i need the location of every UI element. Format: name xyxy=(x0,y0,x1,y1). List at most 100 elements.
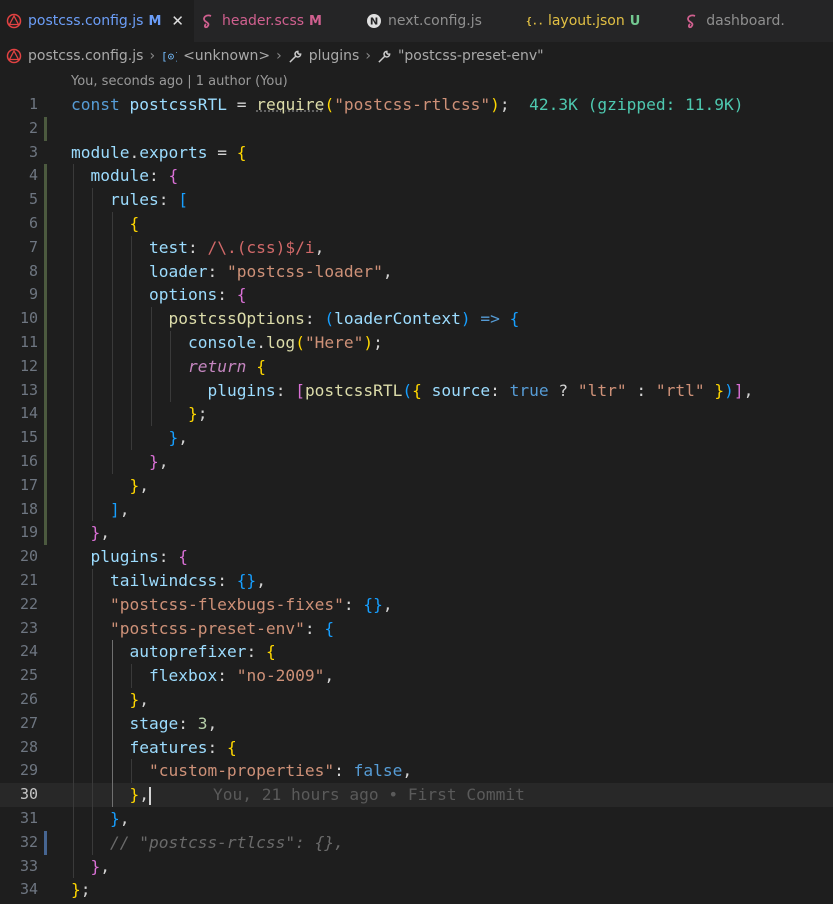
git-modified-marker[interactable] xyxy=(44,378,47,403)
line-number: 31 xyxy=(19,809,38,827)
code-line[interactable]: 29 "custom-properties": false, xyxy=(0,759,833,784)
code-token: } xyxy=(109,809,120,828)
code-token: . xyxy=(256,333,266,352)
code-line[interactable]: 5 rules: [ xyxy=(0,188,833,212)
code-token: ? xyxy=(558,380,569,400)
code-line[interactable]: 30 }, You, 21 hours ago • First Commit xyxy=(0,783,833,807)
code-token: : xyxy=(217,571,227,590)
git-modified-marker[interactable] xyxy=(44,188,47,212)
tab-next-config-js[interactable]: Nnext.config.js xyxy=(360,0,520,42)
code-line[interactable]: 23 "postcss-preset-env": { xyxy=(0,616,833,641)
code-token: rules xyxy=(109,190,159,210)
code-token: 3 xyxy=(197,713,208,733)
code-line[interactable]: 13 plugins: [postcssRTL({ source: true ?… xyxy=(0,378,833,403)
line-number: 19 xyxy=(19,523,38,542)
breadcrumb-file[interactable]: postcss.config.js xyxy=(6,48,143,64)
code-line[interactable]: 31 }, xyxy=(0,807,833,831)
git-modified-marker[interactable] xyxy=(44,473,47,498)
code-line[interactable]: 12 return { xyxy=(0,354,833,379)
code-line[interactable]: 17 }, xyxy=(0,473,833,498)
code-token: postcssRTL xyxy=(304,380,403,400)
git-modified-marker[interactable] xyxy=(44,307,47,331)
git-modified-marker[interactable] xyxy=(44,402,47,427)
git-modified-marker[interactable] xyxy=(44,830,47,855)
code-line[interactable]: 15 }, xyxy=(0,426,833,450)
breadcrumb: postcss.config.js › [⊙] <unknown> › plug… xyxy=(0,42,833,70)
code-line[interactable]: 25 flexbox: "no-2009", xyxy=(0,664,833,688)
code-token: , xyxy=(119,499,130,519)
line-number: 5 xyxy=(28,190,38,209)
breadcrumb-preset-env[interactable]: "postcss-preset-env" xyxy=(377,48,544,64)
code-line[interactable]: 14 }; xyxy=(0,402,833,427)
code-token: ; xyxy=(80,880,91,900)
code-text: autoprefixer: { xyxy=(71,640,275,664)
code-token: : xyxy=(158,190,169,210)
line-number: 8 xyxy=(28,261,38,280)
git-modified-marker[interactable] xyxy=(44,521,47,546)
code-line[interactable]: 27 stage: 3, xyxy=(0,711,833,736)
git-modified-marker[interactable] xyxy=(44,164,47,189)
git-codelens[interactable]: You, seconds ago | 1 author (You) xyxy=(71,71,288,93)
code-token: : xyxy=(304,618,315,638)
line-number: 23 xyxy=(19,618,38,637)
code-line[interactable]: 24 autoprefixer: { xyxy=(0,640,833,665)
code-line[interactable]: 32 // "postcss-rtlcss": {}, xyxy=(0,830,833,855)
git-modified-marker[interactable] xyxy=(44,497,47,522)
code-token: : xyxy=(217,285,227,305)
code-editor[interactable]: 1 const postcssRTL = require("postcss-rtl… xyxy=(0,93,833,904)
git-modified-marker[interactable] xyxy=(44,235,47,260)
tab-header-scss[interactable]: header.scss M xyxy=(194,0,360,42)
code-line[interactable]: 21 tailwindcss: {}, xyxy=(0,569,833,593)
git-modified-marker[interactable] xyxy=(44,212,47,236)
git-modified-marker[interactable] xyxy=(44,354,47,379)
code-line[interactable]: 34}; xyxy=(0,878,833,902)
code-line[interactable]: 19 }, xyxy=(0,521,833,546)
tab-postcss-config-js[interactable]: postcss.config.js M ✕ xyxy=(0,0,194,42)
line-number: 21 xyxy=(19,571,38,589)
breadcrumb-plugins[interactable]: plugins xyxy=(288,48,359,64)
code-line[interactable]: 22 "postcss-flexbugs-fixes": {}, xyxy=(0,592,833,617)
git-modified-marker[interactable] xyxy=(44,283,47,308)
code-line[interactable]: 10 postcssOptions: (loaderContext) => { xyxy=(0,307,833,331)
code-line[interactable]: 33 }, xyxy=(0,854,833,879)
line-number: 30 xyxy=(19,785,38,804)
code-line[interactable]: 6 { xyxy=(0,212,833,236)
code-line[interactable]: 9 options: { xyxy=(0,283,833,308)
code-token: false xyxy=(353,761,403,781)
code-line[interactable]: 8 loader: "postcss-loader", xyxy=(0,259,833,284)
code-line[interactable]: 16 }, xyxy=(0,450,833,474)
code-text: test: /\.(css)$/i, xyxy=(71,236,324,260)
code-line[interactable]: 7 test: /\.(css)$/i, xyxy=(0,235,833,260)
code-line[interactable]: 3 module.exports = { xyxy=(0,141,833,165)
git-modified-marker[interactable] xyxy=(44,450,47,474)
close-icon[interactable]: ✕ xyxy=(171,12,184,30)
code-line[interactable]: 2 xyxy=(0,116,833,141)
git-modified-marker[interactable] xyxy=(44,331,47,355)
code-token: , xyxy=(119,809,130,828)
code-token: { xyxy=(256,356,266,376)
code-token: features xyxy=(129,737,208,757)
code-line[interactable]: 20 plugins: { xyxy=(0,545,833,569)
code-token: module xyxy=(90,166,149,186)
git-modified-marker[interactable] xyxy=(44,259,47,284)
code-line[interactable]: 26 }, xyxy=(0,688,833,712)
code-text: }, xyxy=(71,855,111,879)
breadcrumb-object[interactable]: [⊙] <unknown> xyxy=(161,48,270,64)
code-token: module xyxy=(71,142,130,162)
tab-layout-json[interactable]: {..} layout.jsonU xyxy=(520,0,678,42)
code-token: { xyxy=(412,380,422,400)
code-line[interactable]: 28 features: { xyxy=(0,735,833,760)
code-line[interactable]: 4 module: { xyxy=(0,164,833,189)
tab-dashboard-[interactable]: dashboard. xyxy=(678,0,823,42)
git-modified-marker[interactable] xyxy=(44,116,47,141)
line-number: 12 xyxy=(19,356,38,375)
code-line[interactable]: 11 console.log("Here"); xyxy=(0,331,833,355)
code-line[interactable]: 18 ], xyxy=(0,497,833,522)
git-modified-marker[interactable] xyxy=(44,426,47,450)
code-line[interactable]: 1 const postcssRTL = require("postcss-rtl… xyxy=(0,93,833,117)
sass-icon xyxy=(684,13,700,29)
